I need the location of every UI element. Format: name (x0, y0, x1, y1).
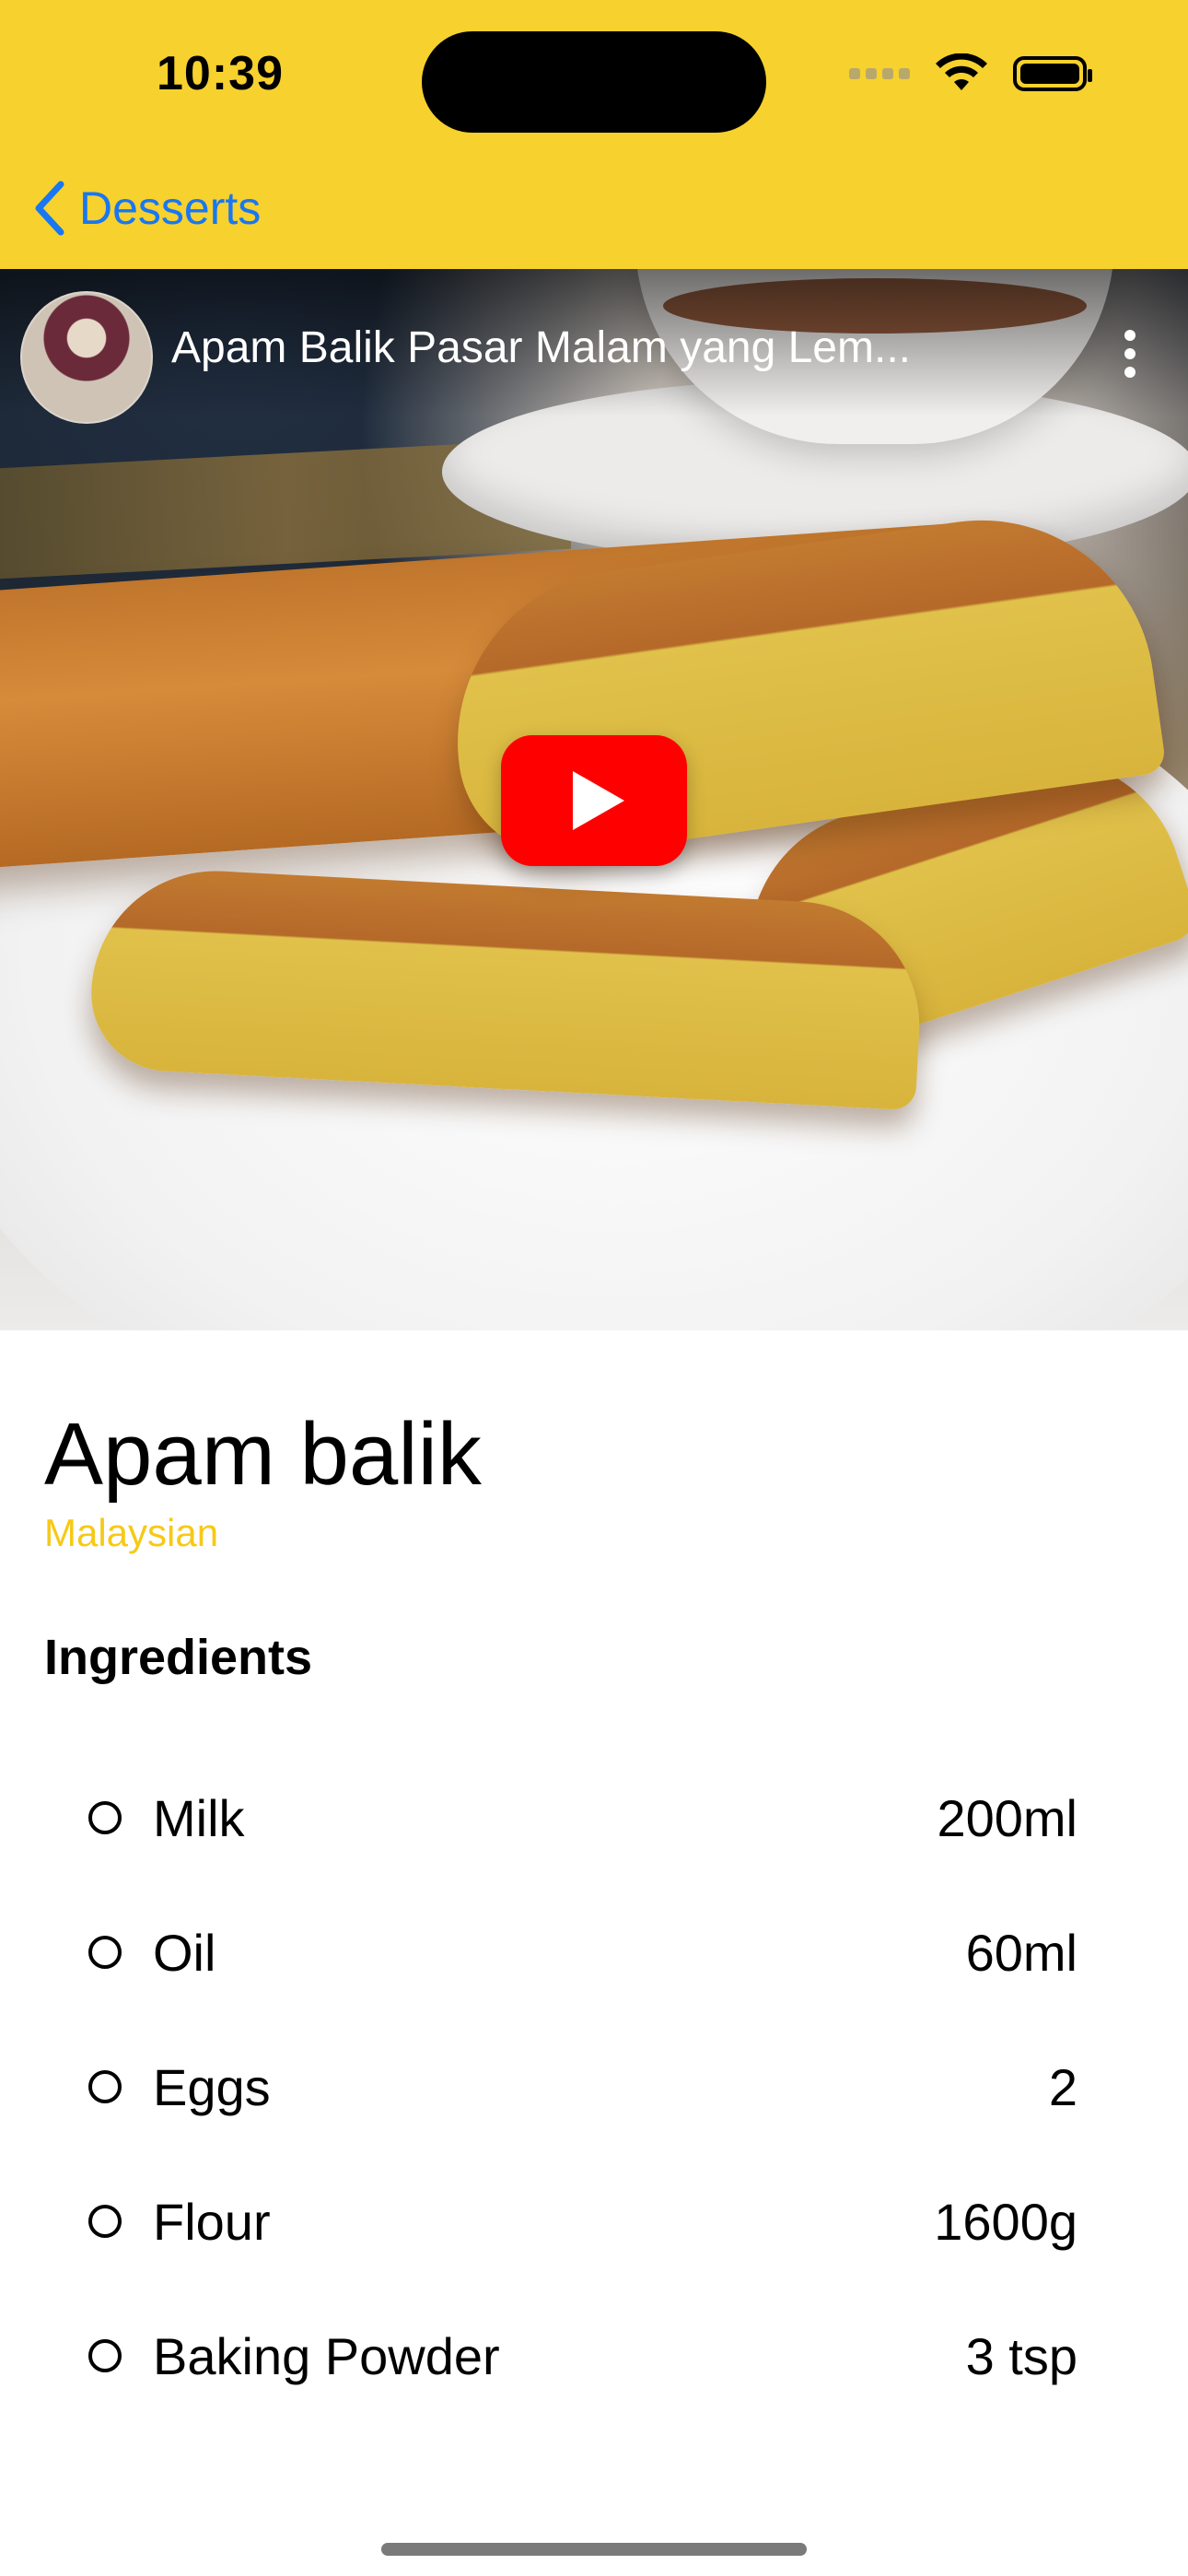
recipe-cuisine: Malaysian (44, 1511, 219, 1554)
channel-avatar[interactable] (20, 291, 153, 424)
more-vertical-icon[interactable] (1116, 322, 1144, 396)
checkbox-circle-icon[interactable] (88, 1936, 122, 1969)
status-icons (849, 53, 1092, 94)
ingredient-amount: 200ml (937, 1788, 1077, 1847)
checkbox-circle-icon[interactable] (88, 2205, 122, 2238)
ingredients-heading: Ingredients (44, 1630, 313, 1685)
ingredient-amount: 1600g (934, 2192, 1077, 2251)
recipe-title: Apam balik (44, 1405, 482, 1504)
battery-icon (1013, 56, 1092, 91)
video-title[interactable]: Apam Balik Pasar Malam yang Lem... (171, 322, 1000, 373)
list-item[interactable]: Milk 200ml (88, 1751, 1077, 1885)
dynamic-island (422, 31, 766, 133)
checkbox-circle-icon[interactable] (88, 1801, 122, 1834)
ingredients-list: Milk 200ml Oil 60ml Eggs 2 Flour 1600g B… (88, 1751, 1077, 2423)
ingredient-amount: 2 (1048, 2057, 1077, 2116)
chevron-left-icon (35, 181, 64, 236)
ingredient-name: Baking Powder (153, 2326, 500, 2385)
list-item[interactable]: Oil 60ml (88, 1885, 1077, 2020)
list-item[interactable]: Eggs 2 (88, 2020, 1077, 2154)
wifi-icon (936, 53, 987, 90)
cellular-signal-icon (849, 68, 910, 79)
top-bar: 10:39 Desserts (0, 0, 1188, 269)
ingredient-name: Eggs (153, 2057, 271, 2116)
ingredient-name: Oil (153, 1923, 216, 1982)
ingredient-name: Flour (153, 2192, 271, 2251)
ingredient-amount: 3 tsp (965, 2326, 1077, 2385)
youtube-play-icon[interactable] (501, 735, 687, 866)
back-button[interactable]: Desserts (33, 181, 261, 236)
list-item[interactable]: Baking Powder 3 tsp (88, 2289, 1077, 2423)
recipe-video[interactable]: Apam Balik Pasar Malam yang Lem... (0, 269, 1188, 1330)
checkbox-circle-icon[interactable] (88, 2339, 122, 2372)
list-item[interactable]: Flour 1600g (88, 2154, 1077, 2289)
home-indicator[interactable] (381, 2543, 807, 2556)
checkbox-circle-icon[interactable] (88, 2070, 122, 2103)
ingredient-name: Milk (153, 1788, 245, 1847)
ingredient-amount: 60ml (965, 1923, 1077, 1982)
back-label: Desserts (79, 182, 262, 234)
status-time: 10:39 (157, 47, 284, 100)
